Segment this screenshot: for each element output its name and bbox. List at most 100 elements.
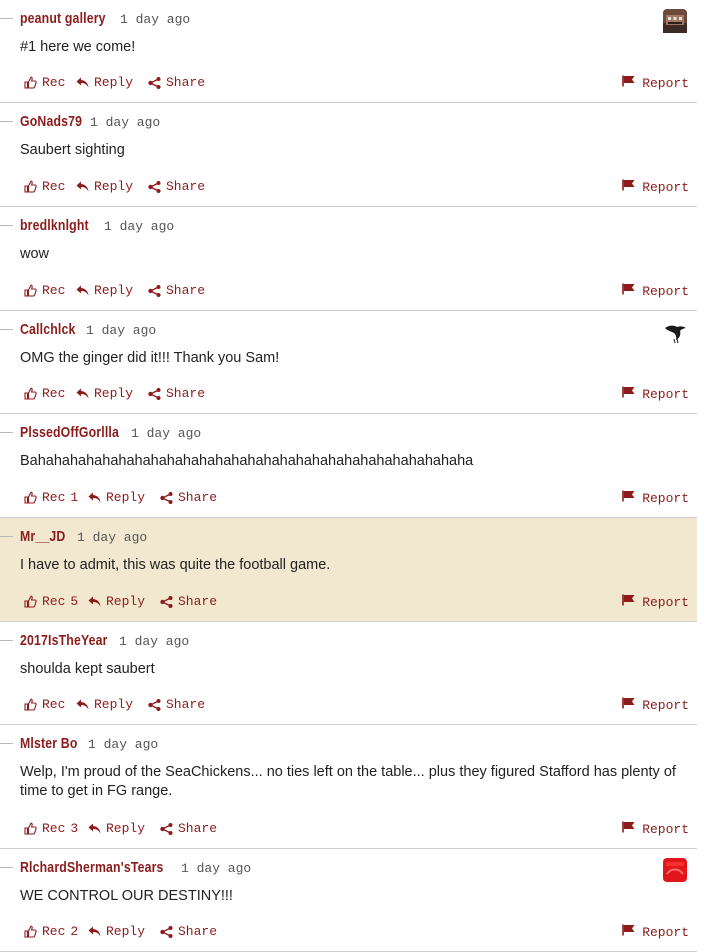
reply-arrow-icon [88,492,101,503]
user-avatar[interactable] [663,9,687,33]
comment-author[interactable]: 2017IsTheYear [20,632,108,649]
comment-author[interactable]: Mr__JD [20,528,65,545]
rec-button[interactable]: Rec [24,283,65,298]
report-button[interactable]: Report [622,75,689,91]
thread-collapse-line[interactable] [0,640,13,641]
reply-label: Reply [94,386,134,401]
comment-item: PlssedOffGorllla 1 day ago Bahahahahahah… [0,414,697,518]
thread-collapse-line[interactable] [0,743,13,744]
report-label: Report [642,821,689,837]
comment-text: shoulda kept saubert [20,661,155,677]
user-avatar[interactable] [663,320,687,344]
reply-button[interactable]: Reply [76,697,133,712]
rec-button[interactable]: Rec 3 [24,821,78,836]
comment-timestamp[interactable]: 1 day ago [120,12,190,27]
comment-author[interactable]: Mlster Bo [20,735,78,752]
rec-label: Rec [42,179,66,194]
rec-button[interactable]: Rec [24,697,65,712]
comment-text: wow [20,246,50,262]
report-label: Report [642,386,689,402]
comment-timestamp[interactable]: 1 day ago [119,634,189,649]
comment-author[interactable]: GoNads79 [20,113,82,130]
comment-meta: GoNads79 1 day ago [20,113,160,135]
thumbs-up-icon [24,925,37,938]
report-button[interactable]: Report [622,490,689,506]
share-button[interactable]: Share [148,386,205,401]
comment-meta: 2017IsTheYear 1 day ago [20,632,189,654]
reply-button[interactable]: Reply [76,386,133,401]
comment-item: Callchlck 1 day ago OMG the ginger did i… [0,311,697,414]
comment-timestamp[interactable]: 1 day ago [131,426,201,441]
reply-label: Reply [106,821,146,836]
thread-collapse-line[interactable] [0,18,13,19]
reply-button[interactable]: Reply [88,821,145,836]
comment-author[interactable]: Callchlck [20,321,75,338]
reply-button[interactable]: Reply [88,490,145,505]
share-button[interactable]: Share [148,283,205,298]
thread-collapse-line[interactable] [0,225,13,226]
rec-button[interactable]: Rec 1 [24,490,78,505]
comment-timestamp[interactable]: 1 day ago [90,115,160,130]
rec-button[interactable]: Rec [24,386,65,401]
comment-timestamp[interactable]: 1 day ago [77,530,147,545]
share-icon [160,595,173,608]
thread-collapse-line[interactable] [0,867,13,868]
comment-timestamp[interactable]: 1 day ago [181,861,251,876]
reply-button[interactable]: Reply [76,179,133,194]
report-button[interactable]: Report [622,386,689,402]
reply-button[interactable]: Reply [76,283,133,298]
thread-collapse-line[interactable] [0,536,13,537]
report-button[interactable]: Report [622,594,689,610]
reply-button[interactable]: Reply [88,924,145,939]
reply-button[interactable]: Reply [88,594,145,609]
report-label: Report [642,490,689,506]
report-label: Report [642,179,689,195]
rec-button[interactable]: Rec [24,179,65,194]
comment-timestamp[interactable]: 1 day ago [104,219,174,234]
reply-button[interactable]: Reply [76,75,133,90]
reply-label: Reply [106,594,146,609]
thread-collapse-line[interactable] [0,329,13,330]
share-button[interactable]: Share [160,490,217,505]
report-button[interactable]: Report [622,179,689,195]
comment-meta: PlssedOffGorllla 1 day ago [20,424,201,446]
report-label: Report [642,924,689,940]
thread-collapse-line[interactable] [0,432,13,433]
report-label: Report [642,283,689,299]
share-label: Share [166,386,206,401]
rec-label: Rec [42,283,66,298]
share-button[interactable]: Share [148,697,205,712]
report-button[interactable]: Report [622,697,689,713]
rec-count: 3 [70,821,79,836]
comment-actions: Rec 5 Reply Share [24,594,674,610]
share-icon [148,76,161,89]
comment-author[interactable]: bredlknlght [20,217,89,234]
report-label: Report [642,697,689,713]
rec-button[interactable]: Rec [24,75,65,90]
thread-collapse-line[interactable] [0,121,13,122]
user-avatar[interactable] [663,858,687,882]
report-button[interactable]: Report [622,821,689,837]
reply-arrow-icon [88,596,101,607]
share-button[interactable]: Share [160,821,217,836]
share-button[interactable]: Share [148,179,205,194]
comment-actions: Rec Reply Share [24,75,674,91]
share-button[interactable]: Share [160,924,217,939]
rec-button[interactable]: Rec 2 [24,924,78,939]
flag-icon [622,283,635,299]
thumbs-up-icon [24,822,37,835]
comment-timestamp[interactable]: 1 day ago [86,323,156,338]
report-button[interactable]: Report [622,283,689,299]
reply-label: Reply [94,179,134,194]
comment-author[interactable]: peanut gallery [20,10,106,27]
rec-label: Rec [42,821,66,836]
share-icon [148,284,161,297]
comment-text: #1 here we come! [20,39,136,55]
rec-button[interactable]: Rec 5 [24,594,78,609]
comment-timestamp[interactable]: 1 day ago [88,737,158,752]
comment-actions: Rec Reply Share [24,386,674,402]
share-button[interactable]: Share [160,594,217,609]
share-button[interactable]: Share [148,75,205,90]
comment-author[interactable]: RlchardSherman'sTears [20,859,164,876]
comment-author[interactable]: PlssedOffGorllla [20,424,119,441]
